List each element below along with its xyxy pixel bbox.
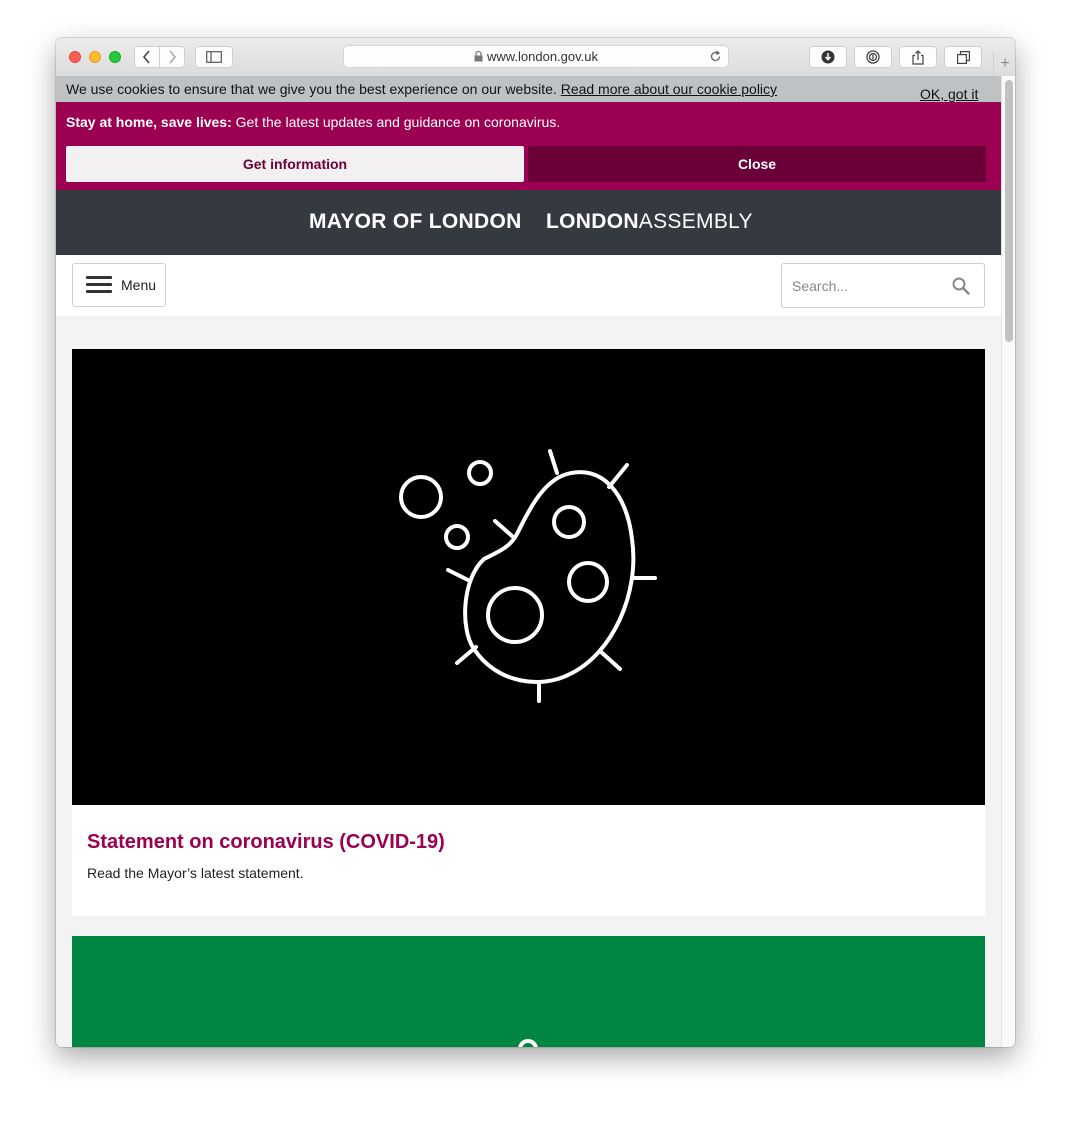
chevron-right-icon <box>169 50 177 64</box>
masthead: MAYOR OF LONDON LONDONASSEMBLY <box>56 190 1001 255</box>
second-feature-card[interactable] <box>72 936 985 1047</box>
new-tab-button[interactable]: + <box>993 52 1015 76</box>
alert-text: Stay at home, save lives: Get the latest… <box>66 114 560 130</box>
web-page: We use cookies to ensure that we give yo… <box>56 76 1001 1047</box>
chevron-left-icon <box>142 50 150 64</box>
close-alert-button[interactable]: Close <box>528 146 986 182</box>
virus-icon <box>399 449 657 703</box>
card-hero-image <box>72 349 985 805</box>
zoom-window-button[interactable] <box>109 51 121 63</box>
alert-bold-text: Stay at home, save lives: <box>66 114 232 130</box>
password-icon <box>866 50 880 64</box>
downloads-button[interactable] <box>809 46 847 68</box>
back-button[interactable] <box>134 46 160 68</box>
london-assembly-logo[interactable]: LONDONASSEMBLY <box>546 210 753 234</box>
cookie-message: We use cookies to ensure that we give yo… <box>66 81 557 97</box>
scrollbar-thumb[interactable] <box>1005 80 1013 342</box>
alert-body-text: Get the latest updates and guidance on c… <box>231 114 561 130</box>
cookie-banner: We use cookies to ensure that we give yo… <box>56 76 1001 102</box>
cookie-message-line: We use cookies to ensure that we give yo… <box>66 81 777 97</box>
sidebar-icon <box>206 51 222 63</box>
browser-toolbar: www.london.gov.uk <box>56 38 1015 77</box>
lock-icon <box>474 51 483 62</box>
close-window-button[interactable] <box>69 51 81 63</box>
search-icon[interactable] <box>952 277 970 295</box>
search-box <box>781 263 985 308</box>
coronavirus-alert-banner: Stay at home, save lives: Get the latest… <box>56 102 1001 190</box>
navigation-bar: Menu <box>56 255 1001 316</box>
share-button[interactable] <box>899 46 937 68</box>
cookie-policy-link[interactable]: Read more about our cookie policy <box>561 81 777 97</box>
tab-overview-button[interactable] <box>944 46 982 68</box>
get-information-button[interactable]: Get information <box>66 146 524 182</box>
cookie-accept-link[interactable]: OK, got it <box>920 86 978 102</box>
password-manager-button[interactable] <box>854 46 892 68</box>
url-text: www.london.gov.uk <box>486 49 599 64</box>
share-icon <box>912 49 924 65</box>
menu-label: Menu <box>121 277 157 293</box>
coronavirus-statement-card[interactable]: Statement on coronavirus (COVID-19) Read… <box>72 349 985 916</box>
tabs-icon <box>956 50 970 64</box>
card-title[interactable]: Statement on coronavirus (COVID-19) <box>87 831 445 854</box>
assembly-logo-bold: LONDON <box>546 210 639 233</box>
partial-icon <box>518 1039 538 1047</box>
hamburger-icon <box>86 276 112 294</box>
browser-window: www.london.gov.uk + We use cookies to en… <box>56 38 1015 1047</box>
page-scrollbar[interactable] <box>1001 76 1015 1047</box>
assembly-logo-light: ASSEMBLY <box>638 210 753 233</box>
card-description: Read the Mayor’s latest statement. <box>87 865 304 881</box>
plus-icon: + <box>1000 55 1010 72</box>
address-bar[interactable]: www.london.gov.uk <box>343 45 729 68</box>
forward-button[interactable] <box>159 46 185 68</box>
download-icon <box>821 50 835 64</box>
reload-icon[interactable] <box>709 50 722 63</box>
mayor-of-london-logo[interactable]: MAYOR OF LONDON <box>309 210 522 234</box>
search-input[interactable] <box>792 276 942 296</box>
sidebar-toggle-button[interactable] <box>195 46 233 68</box>
menu-button[interactable]: Menu <box>72 263 166 307</box>
minimize-window-button[interactable] <box>89 51 101 63</box>
